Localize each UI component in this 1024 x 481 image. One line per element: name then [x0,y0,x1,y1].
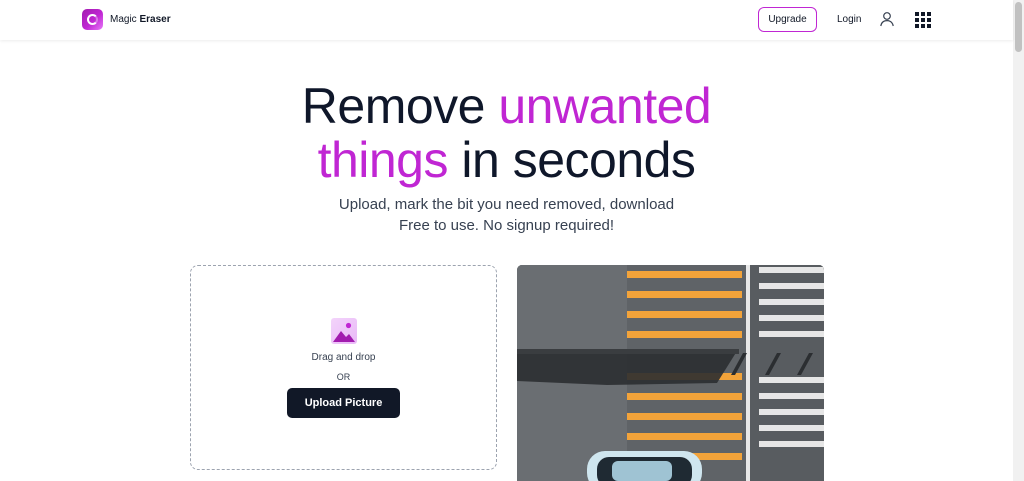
user-icon[interactable] [879,11,895,27]
logo-icon [82,9,103,30]
logo-text: Magic Eraser [110,14,171,25]
drag-drop-text: Drag and drop [311,352,376,363]
upload-picture-button[interactable]: Upload Picture [287,388,400,418]
top-navbar: Magic Eraser Upgrade Login [0,0,1013,40]
crosswalk-photo [517,265,824,481]
logo-name-bold: Eraser [139,14,171,25]
title-accent-1: unwanted [498,78,712,134]
title-part-1: Remove [301,78,499,134]
upload-dropzone[interactable]: Drag and drop OR Upload Picture [190,265,497,470]
hero-title: Remove unwanted things in seconds [0,79,1013,187]
subtitle-line-1: Upload, mark the bit you need removed, d… [338,196,675,213]
hero-subtitle: Upload, mark the bit you need removed, d… [0,194,1013,236]
logo[interactable]: Magic Eraser [82,9,171,30]
logo-name-light: Magic [110,14,137,25]
login-link[interactable]: Login [837,14,861,25]
or-separator: OR [336,372,351,382]
image-icon [331,318,357,344]
title-accent-2: things [317,132,449,188]
upgrade-button[interactable]: Upgrade [758,7,817,32]
page-scrollbar[interactable] [1013,0,1024,481]
title-part-2: in seconds [448,132,696,188]
subtitle-line-2: Free to use. No signup required! [398,217,615,234]
demo-preview-image [517,265,824,481]
apps-grid-icon[interactable] [915,12,931,28]
scrollbar-thumb[interactable] [1015,2,1022,52]
